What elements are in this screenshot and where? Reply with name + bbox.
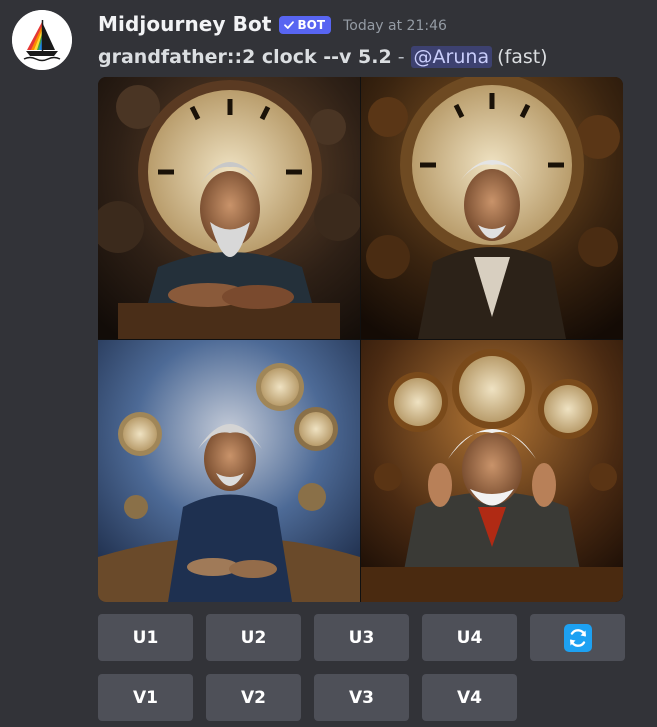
generated-image-grid[interactable]: [98, 77, 623, 602]
bot-message: Midjourney Bot BOT Today at 21:46 grandf…: [0, 0, 657, 727]
variation-button-1[interactable]: V1: [98, 674, 193, 721]
separator: -: [397, 46, 405, 68]
user-mention[interactable]: @Aruna: [410, 46, 493, 68]
variation-button-4[interactable]: V4: [422, 674, 517, 721]
variation-button-2[interactable]: V2: [206, 674, 301, 721]
upscale-button-2[interactable]: U2: [206, 614, 301, 661]
message-header: Midjourney Bot BOT Today at 21:46: [98, 9, 447, 39]
author-name[interactable]: Midjourney Bot: [98, 12, 272, 36]
sailboat-logo-icon: [12, 10, 72, 70]
bot-badge-label: BOT: [297, 18, 326, 32]
reroll-button[interactable]: [530, 614, 625, 661]
refresh-icon: [563, 623, 592, 652]
verified-check-icon: [283, 19, 295, 31]
message-content: grandfather::2 clock --v 5.2 - @Aruna (f…: [98, 43, 548, 71]
image-grid-artwork: [98, 77, 623, 602]
bot-avatar[interactable]: [12, 10, 72, 70]
upscale-button-3[interactable]: U3: [314, 614, 409, 661]
upscale-button-1[interactable]: U1: [98, 614, 193, 661]
upscale-button-4[interactable]: U4: [422, 614, 517, 661]
variation-button-3[interactable]: V3: [314, 674, 409, 721]
bot-badge: BOT: [278, 16, 332, 34]
speed-label: (fast): [497, 46, 548, 68]
prompt-text: grandfather::2 clock --v 5.2: [98, 46, 392, 68]
message-timestamp[interactable]: Today at 21:46: [343, 18, 447, 34]
